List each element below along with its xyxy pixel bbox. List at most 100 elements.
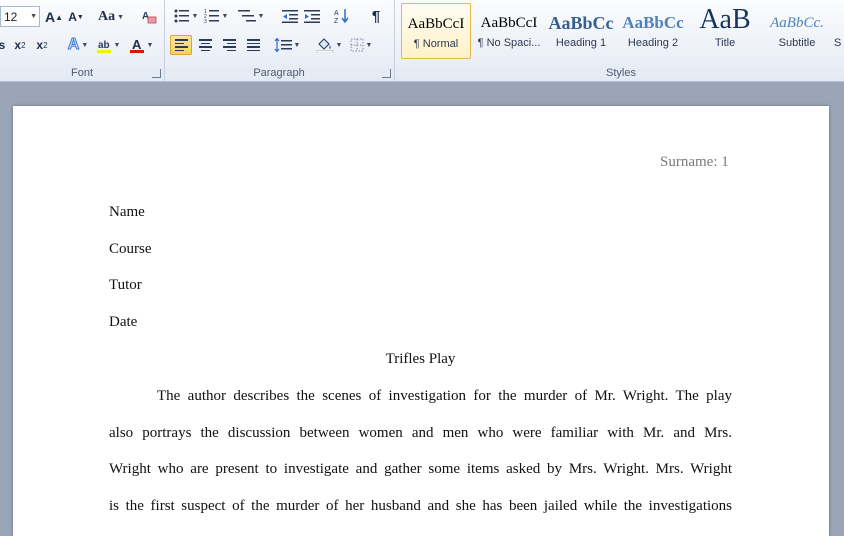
document-title: Trifles Play bbox=[385, 351, 456, 367]
chevron-down-icon: ▼ bbox=[257, 12, 265, 20]
chevron-down-icon[interactable]: ▼ bbox=[30, 13, 37, 20]
style-name: Title bbox=[714, 37, 736, 49]
sort-button[interactable]: A Z bbox=[332, 6, 352, 26]
subscript-button[interactable]: x2 bbox=[10, 35, 30, 55]
style-heading-1[interactable]: AaBbCc Heading 1 bbox=[546, 3, 616, 59]
chevron-down-icon: ▼ bbox=[146, 41, 154, 49]
decrease-indent-button[interactable] bbox=[280, 6, 300, 26]
decrease-indent-icon bbox=[282, 10, 298, 23]
multilevel-list-button[interactable]: ▼ bbox=[234, 6, 268, 26]
svg-text:3: 3 bbox=[204, 19, 207, 23]
clear-formatting-button[interactable]: A bbox=[138, 6, 160, 26]
style-subtle-emphasis[interactable]: S bbox=[834, 3, 844, 59]
font-color-icon: A bbox=[129, 37, 144, 53]
grow-font-button[interactable]: A ▲ bbox=[44, 7, 64, 27]
chevron-down-icon: ▼ bbox=[81, 41, 89, 49]
font-group: 12 ▼ A▲ A▼ Aa▼ A s x2 x2 A▼ bbox=[0, 0, 165, 81]
chevron-down-icon: ▼ bbox=[365, 41, 373, 49]
justify-button[interactable] bbox=[242, 35, 264, 55]
tutor-line: Tutor bbox=[109, 277, 142, 293]
chevron-down-icon: ▼ bbox=[191, 12, 199, 20]
text-effects-icon: A bbox=[67, 36, 80, 54]
font-size-box[interactable]: 12 ▼ bbox=[0, 6, 40, 27]
style-name: ¶ No Spaci... bbox=[477, 37, 541, 49]
numbering-button[interactable]: 1 2 3 ▼ bbox=[202, 6, 230, 26]
name-line: Name bbox=[109, 204, 145, 220]
paragraph-dialog-launcher[interactable] bbox=[382, 69, 391, 78]
svg-text:A: A bbox=[334, 10, 339, 17]
page-header: Surname: 1 bbox=[660, 154, 729, 170]
font-group-label: Font bbox=[70, 67, 93, 79]
font-dialog-launcher[interactable] bbox=[152, 69, 161, 78]
sort-icon: A Z bbox=[334, 9, 349, 24]
change-case-button[interactable]: Aa ▼ bbox=[96, 7, 126, 27]
style-sample: AaBbCc. bbox=[770, 15, 824, 31]
paint-bucket-icon bbox=[316, 38, 333, 53]
subscript-icon: 2 bbox=[21, 40, 26, 50]
style-heading-2[interactable]: AaBbCc Heading 2 bbox=[618, 3, 688, 59]
course-line: Course bbox=[109, 241, 152, 257]
highlighter-icon: ab bbox=[96, 40, 111, 53]
highlight-button[interactable]: ab ▼ bbox=[94, 35, 122, 55]
paragraph-line: The author describes the scenes of inves… bbox=[157, 388, 732, 404]
font-size-value: 12 bbox=[4, 9, 18, 24]
line-spacing-icon bbox=[274, 38, 292, 52]
svg-text:Z: Z bbox=[334, 18, 339, 24]
chevron-down-icon: ▼ bbox=[335, 41, 343, 49]
paragraph-line: is the first suspect of the murder of he… bbox=[109, 498, 732, 514]
chevron-down-icon: ▼ bbox=[117, 13, 125, 21]
bullets-button[interactable]: ▼ bbox=[172, 6, 200, 26]
styles-group-label: Styles bbox=[606, 67, 636, 79]
line-spacing-button[interactable]: ▼ bbox=[272, 35, 302, 55]
style-subtitle[interactable]: AaBbCc. Subtitle bbox=[762, 3, 832, 59]
text-effects-button[interactable]: A ▼ bbox=[64, 35, 92, 55]
superscript-icon: 2 bbox=[43, 40, 48, 50]
numbered-list-icon: 1 2 3 bbox=[204, 9, 219, 23]
multilevel-list-icon bbox=[237, 10, 256, 22]
borders-button[interactable]: ▼ bbox=[346, 35, 376, 55]
styles-gallery: AaBbCcI ¶ Normal AaBbCcI ¶ No Spaci... A… bbox=[398, 0, 844, 81]
borders-icon bbox=[350, 38, 364, 52]
style-normal[interactable]: AaBbCcI ¶ Normal bbox=[401, 3, 471, 59]
style-sample: AaBbCc bbox=[548, 13, 614, 33]
show-hide-marks-button[interactable]: ¶ bbox=[366, 6, 386, 26]
pilcrow-icon: ¶ bbox=[371, 7, 381, 25]
arrow-up-icon: ▲ bbox=[55, 12, 64, 22]
style-title[interactable]: AaB Title bbox=[690, 3, 760, 59]
align-center-button[interactable] bbox=[194, 35, 216, 55]
style-no-spacing[interactable]: AaBbCcI ¶ No Spaci... bbox=[474, 3, 544, 59]
style-name: ¶ Normal bbox=[413, 38, 459, 50]
chevron-down-icon: ▼ bbox=[113, 41, 121, 49]
paragraph-group: ▼ 1 2 3 ▼ ▼ A Z ¶ ▼ ▼ ▼ Paragraph bbox=[164, 0, 395, 81]
shading-button[interactable]: ▼ bbox=[314, 35, 344, 55]
style-sample bbox=[834, 3, 844, 37]
clear-formatting-icon: A bbox=[142, 11, 157, 24]
align-center-icon bbox=[198, 37, 212, 53]
align-left-button[interactable] bbox=[170, 35, 192, 55]
date-line: Date bbox=[109, 314, 138, 330]
document-page[interactable]: Surname: 1 Name Course Tutor Date Trifle… bbox=[13, 106, 829, 536]
style-name: S bbox=[834, 37, 842, 49]
justify-icon bbox=[246, 37, 260, 53]
strikethrough-icon: s bbox=[0, 38, 5, 52]
align-right-button[interactable] bbox=[218, 35, 240, 55]
style-sample: AaB bbox=[699, 4, 751, 35]
style-name: Subtitle bbox=[778, 37, 816, 49]
superscript-button[interactable]: x2 bbox=[32, 35, 52, 55]
chevron-down-icon: ▼ bbox=[293, 41, 301, 49]
style-sample: AaBbCcI bbox=[480, 15, 538, 31]
paragraph-line: also portrays the discussion between wom… bbox=[109, 425, 732, 441]
align-right-icon bbox=[222, 37, 236, 53]
strikethrough-button[interactable]: s bbox=[0, 35, 8, 55]
shrink-font-button[interactable]: A ▼ bbox=[66, 7, 86, 27]
increase-indent-button[interactable] bbox=[302, 6, 322, 26]
increase-indent-icon bbox=[304, 10, 320, 23]
align-left-icon bbox=[174, 37, 188, 53]
bullet-list-icon bbox=[174, 9, 189, 23]
svg-text:ab: ab bbox=[98, 40, 110, 51]
svg-text:A: A bbox=[132, 37, 142, 52]
ribbon: 12 ▼ A▲ A▼ Aa▼ A s x2 x2 A▼ bbox=[0, 0, 844, 82]
chevron-down-icon: ▼ bbox=[221, 12, 229, 20]
arrow-down-icon: ▼ bbox=[76, 13, 84, 21]
font-color-button[interactable]: A ▼ bbox=[126, 35, 156, 55]
